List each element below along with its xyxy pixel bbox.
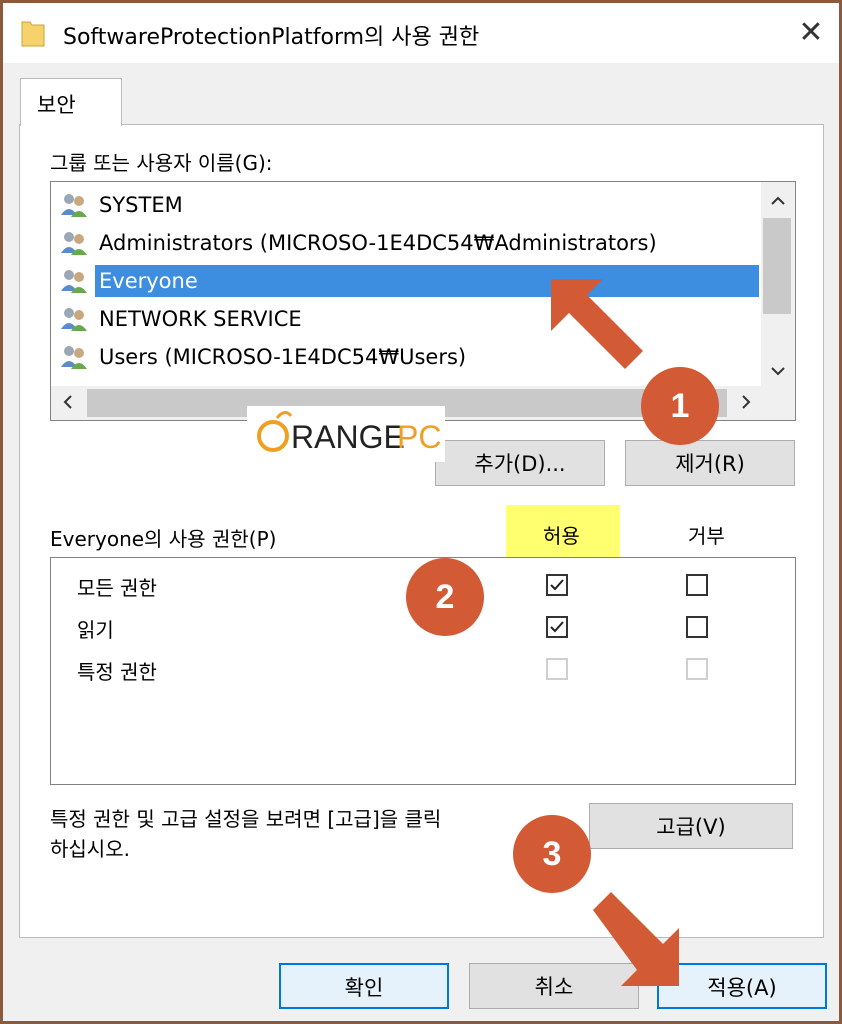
advanced-hint-line2: 하십시오. xyxy=(50,837,130,861)
list-item-label: Administrators (MICROSO-1E4DC54₩Administ… xyxy=(99,231,657,255)
add-button[interactable]: 추가(D)... xyxy=(435,440,605,486)
pointer-arrow-down-right-icon xyxy=(593,892,679,986)
list-item-everyone[interactable]: Everyone xyxy=(59,264,759,298)
checkmark-icon xyxy=(550,621,564,633)
deny-header: 거부 xyxy=(688,524,725,548)
list-item-label: SYSTEM xyxy=(99,193,183,217)
advanced-hint-line1: 특정 권한 및 고급 설정을 보려면 [고급]을 클릭 xyxy=(50,807,442,831)
groups-label: 그룹 또는 사용자 이름(G): xyxy=(50,151,273,175)
user-group-icon xyxy=(61,194,87,217)
permission-read-label: 읽기 xyxy=(77,618,114,642)
list-item-users[interactable]: Users (MICROSO-1E4DC54₩Users) xyxy=(59,340,470,374)
orangepc-watermark-logo: RANGE PC xyxy=(247,406,445,462)
remove-button[interactable]: 제거(R) xyxy=(625,440,795,486)
pointer-arrow-up-left-icon xyxy=(551,279,643,369)
folder-icon xyxy=(21,21,45,47)
step-badge-1: 1 xyxy=(641,367,719,445)
user-group-icon xyxy=(61,346,87,369)
svg-text:RANGE: RANGE xyxy=(291,419,405,455)
deny-read-checkbox[interactable] xyxy=(686,616,708,638)
step-badge-2: 2 xyxy=(406,558,484,636)
checkmark-icon xyxy=(550,579,564,591)
allow-full-control-checkbox[interactable] xyxy=(546,574,568,596)
step-badge-3: 3 xyxy=(513,815,591,893)
advanced-button[interactable]: 고급(V) xyxy=(589,803,793,849)
deny-special-checkbox xyxy=(686,658,708,680)
tab-security-label: 보안 xyxy=(37,93,76,117)
close-button[interactable]: ✕ xyxy=(791,13,831,53)
scroll-down-icon[interactable] xyxy=(763,360,793,381)
user-group-icon xyxy=(61,270,87,293)
vertical-scrollbar[interactable] xyxy=(761,182,795,386)
deny-full-control-checkbox[interactable] xyxy=(686,574,708,596)
svg-text:PC: PC xyxy=(397,419,441,455)
permission-special-label: 특정 권한 xyxy=(77,660,157,684)
title-bar: SoftwareProtectionPlatform의 사용 권한 ✕ xyxy=(3,3,839,63)
ok-button[interactable]: 확인 xyxy=(279,963,449,1009)
permissions-dialog: SoftwareProtectionPlatform의 사용 권한 ✕ 보안 그… xyxy=(0,0,842,1024)
scroll-left-icon[interactable] xyxy=(53,394,83,415)
scroll-up-icon[interactable] xyxy=(763,190,793,211)
permission-full-control-label: 모든 권한 xyxy=(77,576,157,600)
permissions-label: Everyone의 사용 권한(P) xyxy=(50,527,277,551)
allow-header: 허용 xyxy=(543,524,580,548)
list-item-administrators[interactable]: Administrators (MICROSO-1E4DC54₩Administ… xyxy=(59,226,661,260)
window-title: SoftwareProtectionPlatform의 사용 권한 xyxy=(63,25,480,50)
list-item-system[interactable]: SYSTEM xyxy=(59,188,187,222)
user-group-icon xyxy=(61,232,87,255)
vertical-scroll-thumb[interactable] xyxy=(763,218,791,314)
allow-read-checkbox[interactable] xyxy=(546,616,568,638)
orangepc-logo-icon: RANGE PC xyxy=(257,411,441,455)
list-item-label: NETWORK SERVICE xyxy=(99,307,302,331)
tab-security[interactable]: 보안 xyxy=(20,78,122,126)
allow-special-checkbox xyxy=(546,658,568,680)
list-item-network-service[interactable]: NETWORK SERVICE xyxy=(59,302,306,336)
scroll-right-icon[interactable] xyxy=(731,394,761,415)
list-item-label: Users (MICROSO-1E4DC54₩Users) xyxy=(99,345,467,369)
list-item-label: Everyone xyxy=(95,265,759,297)
user-group-icon xyxy=(61,308,87,331)
